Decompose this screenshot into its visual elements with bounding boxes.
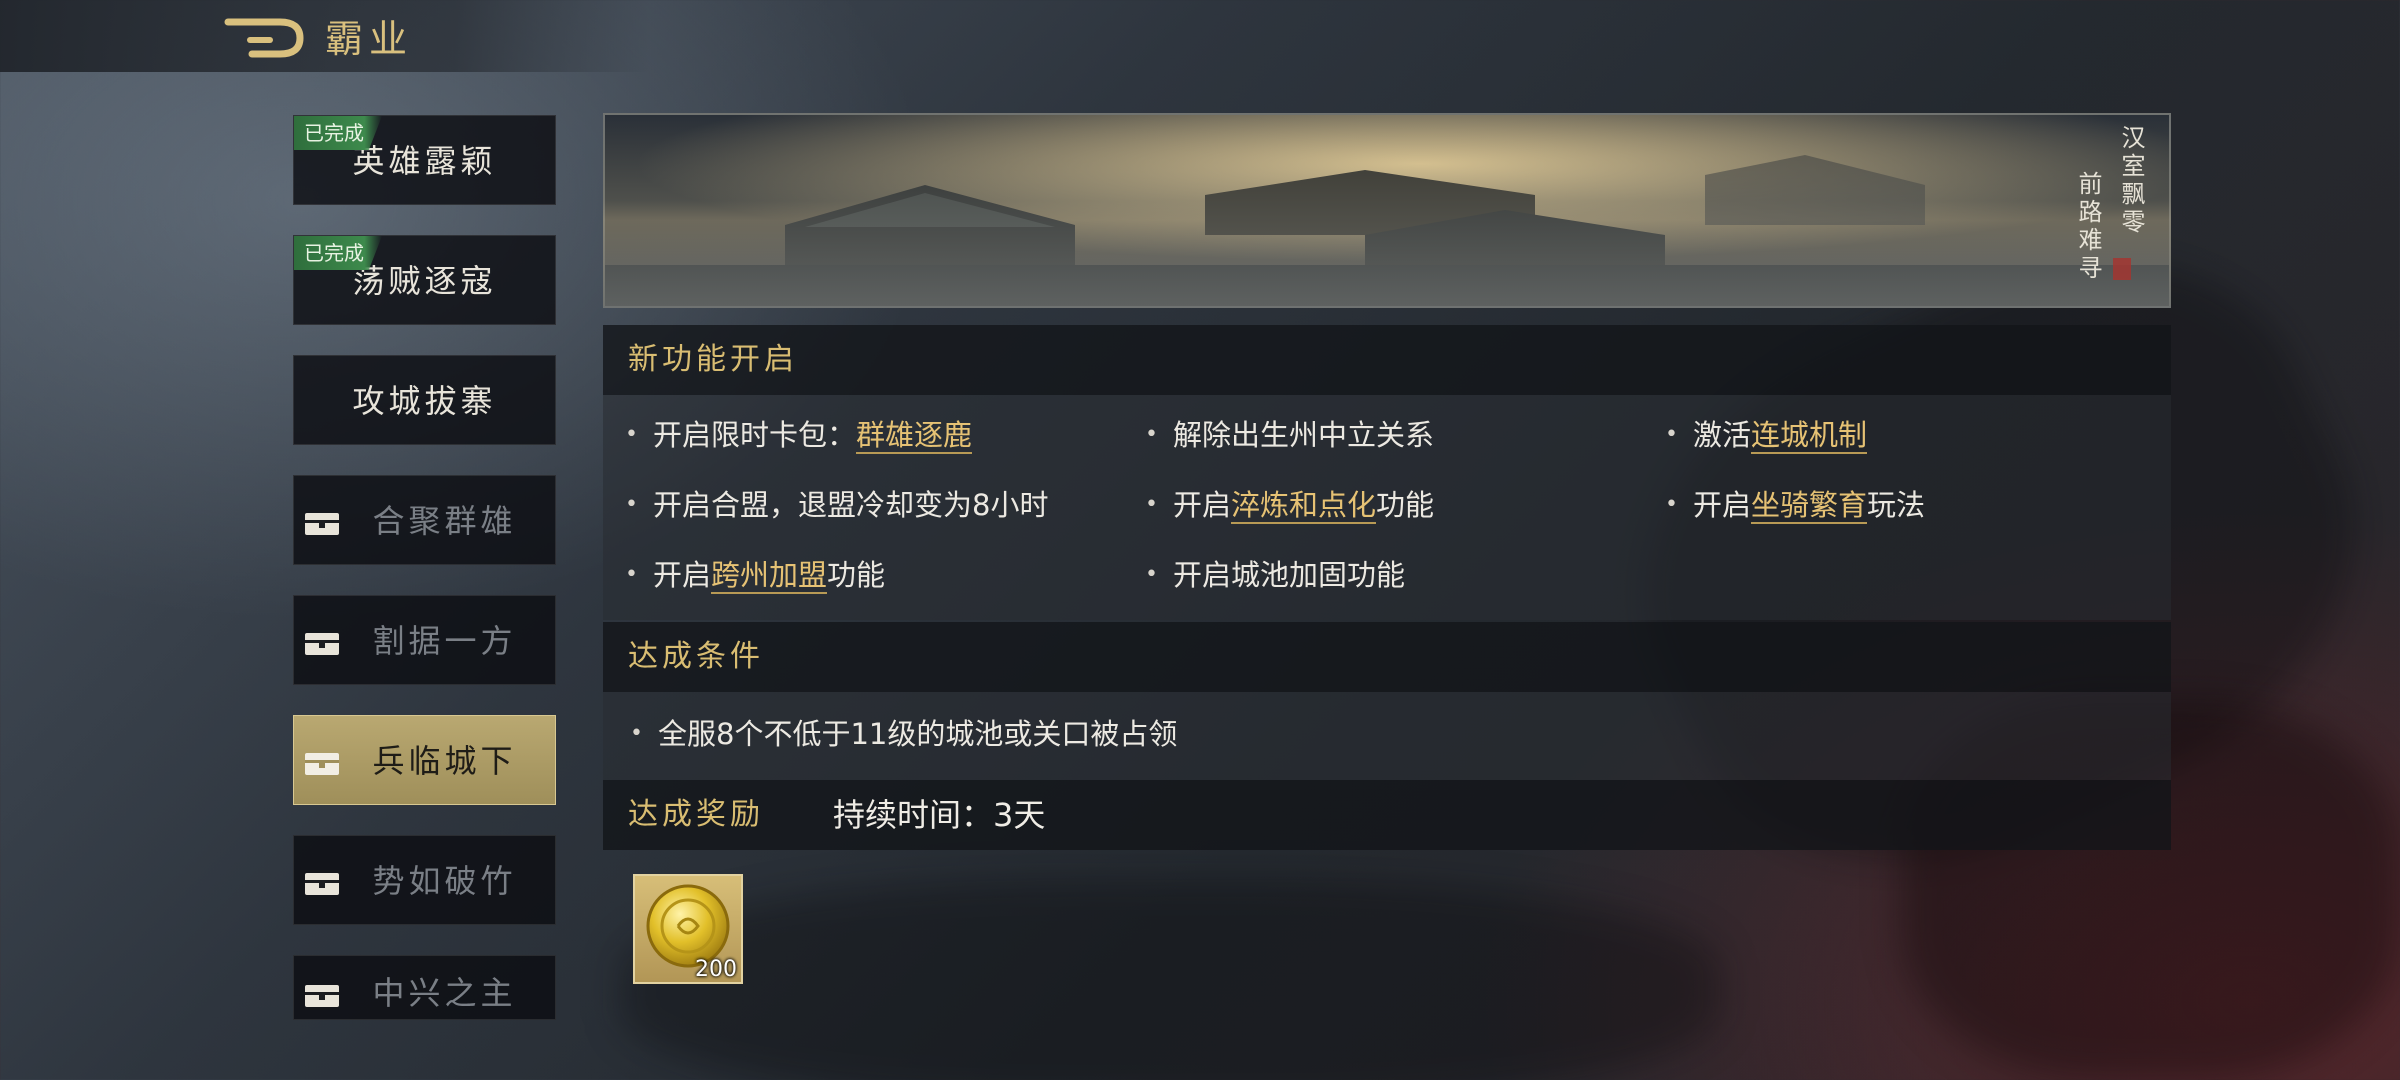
- sidebar-item-stage-1[interactable]: 英雄露颖 已完成: [293, 115, 556, 205]
- feature-text: 开启限时卡包：: [653, 418, 857, 452]
- feature-item: 开启合盟，退盟冷却变为8小时: [625, 485, 1049, 525]
- completed-badge: 已完成: [294, 236, 382, 270]
- condition-text: 全服8个不低于11级的城池或关口被占领: [658, 717, 1178, 751]
- sidebar-item-stage-3[interactable]: 攻城拔寨: [293, 355, 556, 445]
- feature-link[interactable]: 坐骑繁育: [1751, 488, 1868, 524]
- completed-badge: 已完成: [294, 116, 382, 150]
- rewards-header: 达成奖励 持续时间：3天: [603, 780, 2171, 850]
- features-list: 开启限时卡包：群雄逐鹿 解除出生州中立关系 激活连城机制 开启合盟，退盟冷却变为…: [603, 395, 2171, 620]
- feature-text: 功能: [827, 558, 886, 592]
- background-brush: [620, 880, 1720, 1080]
- sidebar-item-stage-7[interactable]: 势如破竹: [293, 835, 556, 925]
- conditions-title: 达成条件: [628, 639, 764, 674]
- top-header: 霸业: [0, 0, 650, 72]
- back-button[interactable]: [220, 10, 310, 60]
- sidebar-item-label: 合聚群雄: [372, 502, 517, 540]
- back-arrow-icon: [224, 18, 304, 58]
- feature-text: 玩法: [1867, 488, 1926, 522]
- conditions-list: 全服8个不低于11级的城池或关口被占领: [603, 692, 2171, 780]
- sidebar-item-label: 攻城拔寨: [352, 382, 497, 420]
- feature-link[interactable]: 淬炼和点化: [1231, 488, 1377, 524]
- feature-item: 开启城池加固功能: [1145, 555, 1406, 595]
- page-title: 霸业: [325, 17, 414, 61]
- feature-item: 开启坐骑繁育玩法: [1665, 485, 1926, 525]
- sidebar-item-stage-5[interactable]: 割据一方: [293, 595, 556, 685]
- feature-text: 开启城池加固功能: [1173, 558, 1406, 592]
- feature-text: 开启: [653, 558, 712, 592]
- stage-banner: 汉室飘零 前路难寻: [603, 113, 2171, 308]
- feature-text: 开启: [1693, 488, 1752, 522]
- poem-line: 前路难寻: [2074, 171, 2102, 283]
- sidebar-item-label: 兵临城下: [372, 742, 517, 780]
- feature-item: 开启限时卡包：群雄逐鹿: [625, 415, 973, 455]
- sidebar-item-stage-6[interactable]: 兵临城下: [293, 715, 556, 805]
- features-title: 新功能开启: [628, 342, 798, 377]
- features-header: 新功能开启: [603, 325, 2171, 395]
- feature-link[interactable]: 连城机制: [1751, 418, 1868, 454]
- feature-item: 激活连城机制: [1665, 415, 1868, 455]
- reward-count: 200: [695, 957, 737, 982]
- feature-text: 开启合盟，退盟冷却变为8小时: [653, 488, 1049, 522]
- sidebar-item-label: 割据一方: [372, 622, 517, 660]
- red-seal-stamp: [2113, 258, 2131, 280]
- reward-item[interactable]: 200: [633, 874, 743, 984]
- sidebar-item-stage-2[interactable]: 荡贼逐寇 已完成: [293, 235, 556, 325]
- feature-item: 解除出生州中立关系: [1145, 415, 1435, 455]
- banner-poem: 汉室飘零 前路难寻: [1861, 125, 2149, 283]
- sidebar-item-stage-4[interactable]: 合聚群雄: [293, 475, 556, 565]
- reward-duration: 持续时间：3天: [833, 796, 1046, 834]
- conditions-header: 达成条件: [603, 622, 2171, 692]
- sidebar-item-stage-8[interactable]: 中兴之主: [293, 955, 556, 1020]
- feature-link[interactable]: 跨州加盟: [711, 558, 828, 594]
- sidebar-item-label: 中兴之主: [372, 974, 517, 1012]
- feature-text: 激活: [1693, 418, 1752, 452]
- feature-item: 开启跨州加盟功能: [625, 555, 886, 595]
- rewards-title: 达成奖励: [628, 797, 764, 832]
- feature-item: 开启淬炼和点化功能: [1145, 485, 1435, 525]
- feature-text: 解除出生州中立关系: [1173, 418, 1435, 452]
- sidebar-item-label: 势如破竹: [372, 862, 517, 900]
- feature-text: 开启: [1173, 488, 1232, 522]
- feature-text: 功能: [1376, 488, 1435, 522]
- condition-item: 全服8个不低于11级的城池或关口被占领: [630, 714, 1178, 754]
- feature-link[interactable]: 群雄逐鹿: [856, 418, 973, 454]
